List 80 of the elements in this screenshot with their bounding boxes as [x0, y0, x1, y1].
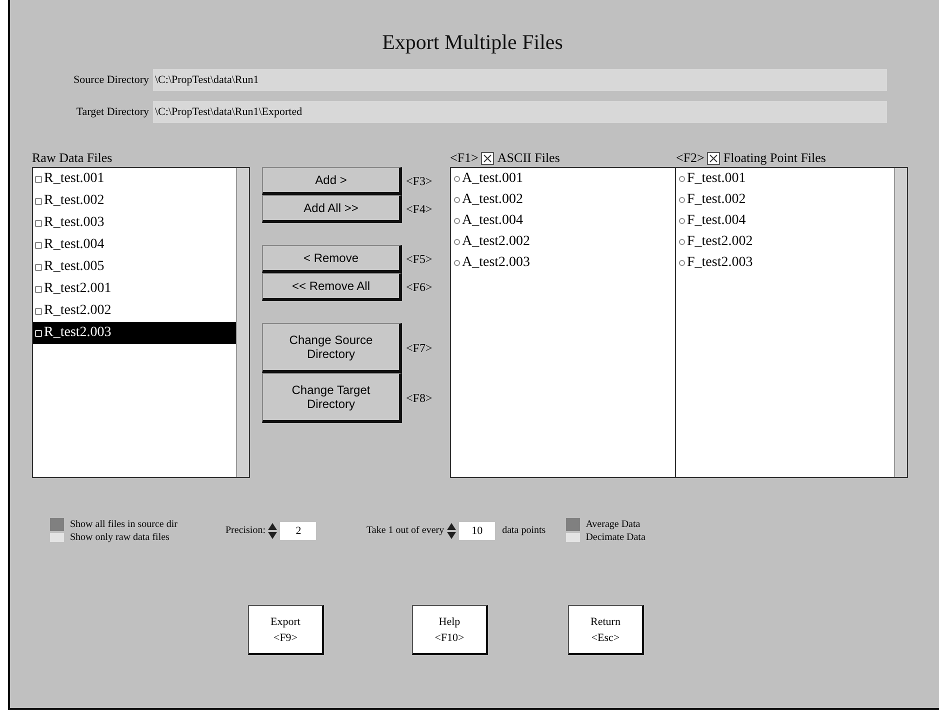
- shortcut-label: <F8>: [406, 390, 432, 406]
- file-icon: [679, 196, 685, 202]
- list-title: Raw Data Files: [32, 150, 112, 166]
- list-title: ASCII Files: [497, 150, 560, 166]
- dialog-button[interactable]: Help <F10>: [412, 605, 488, 655]
- list-item[interactable]: R_test.001: [33, 168, 239, 190]
- file-icon: [679, 260, 685, 266]
- field-label: data points: [502, 525, 546, 536]
- radio-button[interactable]: [50, 533, 64, 542]
- file-icon: [679, 218, 685, 224]
- directory-field[interactable]: \C:\PropTest\data\Run1: [153, 69, 887, 91]
- file-icon: [679, 176, 685, 182]
- file-icon: [454, 260, 460, 266]
- list-item[interactable]: R_test.002: [33, 190, 239, 212]
- list-item[interactable]: R_test.004: [33, 234, 239, 256]
- list-item[interactable]: F_test2.003: [676, 252, 894, 273]
- file-icon: [454, 238, 460, 244]
- list-title: Floating Point Files: [723, 150, 826, 166]
- option-label: Decimate Data: [586, 532, 646, 543]
- checkbox[interactable]: [707, 152, 720, 164]
- file-icon: [35, 220, 42, 226]
- list-item[interactable]: A_test.002: [451, 189, 675, 210]
- scrollbar[interactable]: [894, 168, 907, 477]
- action-button[interactable]: Change Source Directory: [262, 323, 402, 373]
- list-item[interactable]: F_test.004: [676, 210, 894, 231]
- shortcut-label: <F1>: [450, 150, 478, 166]
- list-item[interactable]: R_test.003: [33, 212, 239, 234]
- list-item[interactable]: A_test2.002: [451, 231, 675, 252]
- field-label: Precision:: [225, 525, 266, 536]
- dialog-button[interactable]: Return <Esc>: [568, 605, 644, 655]
- shortcut-label: <F2>: [676, 150, 704, 166]
- field-label: Take 1 out of every: [366, 525, 444, 536]
- list-item[interactable]: A_test.001: [451, 168, 675, 189]
- file-icon: [35, 242, 42, 248]
- action-button[interactable]: << Remove All: [262, 273, 402, 301]
- number-field[interactable]: 2: [280, 522, 316, 540]
- directory-field[interactable]: \C:\PropTest\data\Run1\Exported: [153, 101, 887, 123]
- action-button[interactable]: < Remove: [262, 245, 402, 273]
- shortcut-label: <F7>: [406, 340, 432, 356]
- action-button[interactable]: Add >: [262, 167, 402, 195]
- spinner-arrows-icon[interactable]: [268, 522, 278, 538]
- list-item[interactable]: R_test2.002: [33, 300, 239, 322]
- field-label: Target Directory: [75, 106, 150, 118]
- list-item[interactable]: F_test2.002: [676, 231, 894, 252]
- shortcut-label: <F3>: [406, 174, 432, 188]
- list-item[interactable]: R_test2.003: [33, 322, 239, 344]
- field-label: Source Directory: [72, 74, 150, 86]
- action-button[interactable]: Add All >>: [262, 195, 402, 223]
- option-label: Show all files in source dir: [70, 519, 178, 530]
- list-item[interactable]: A_test.004: [451, 210, 675, 231]
- dialog-button[interactable]: Export <F9>: [248, 605, 324, 655]
- spinner-arrows-icon[interactable]: [447, 522, 456, 538]
- list-item[interactable]: F_test.002: [676, 189, 894, 210]
- window-title: Export Multiple Files: [381, 30, 564, 55]
- option-label: Average Data: [586, 519, 640, 530]
- file-icon: [35, 176, 42, 182]
- shortcut-label: <F5>: [406, 252, 432, 266]
- checkbox[interactable]: [481, 152, 494, 164]
- shortcut-label: <F4>: [406, 202, 432, 216]
- list-item[interactable]: R_test.005: [33, 256, 239, 278]
- radio-button[interactable]: [50, 518, 64, 531]
- number-field[interactable]: 10: [459, 522, 496, 540]
- list-item[interactable]: F_test.001: [676, 168, 894, 189]
- file-icon: [35, 198, 42, 204]
- file-icon: [454, 196, 460, 202]
- file-icon: [35, 286, 42, 292]
- file-icon: [35, 330, 42, 336]
- file-icon: [35, 308, 42, 314]
- scrollbar[interactable]: [236, 168, 249, 477]
- radio-button[interactable]: [566, 518, 580, 531]
- file-icon: [454, 218, 460, 224]
- action-button[interactable]: Change Target Directory: [262, 373, 402, 423]
- file-icon: [35, 264, 42, 270]
- file-icon: [454, 176, 460, 182]
- list-item[interactable]: R_test2.001: [33, 278, 239, 300]
- option-label: Show only raw data files: [70, 532, 170, 543]
- shortcut-label: <F6>: [406, 280, 432, 294]
- radio-button[interactable]: [566, 533, 580, 542]
- list-item[interactable]: A_test2.003: [451, 252, 675, 273]
- file-icon: [679, 238, 685, 244]
